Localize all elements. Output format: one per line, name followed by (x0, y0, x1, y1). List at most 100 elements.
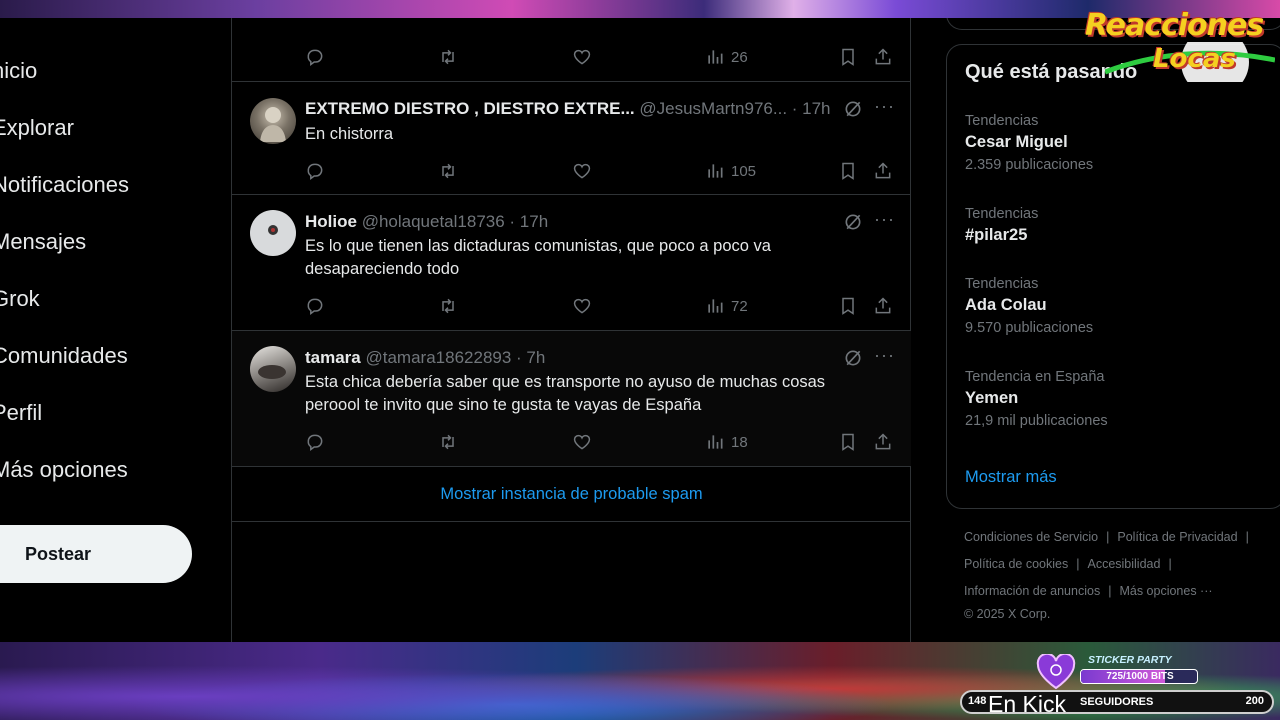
footer-separator: | (1108, 584, 1112, 598)
nav-item-inicio[interactable]: nicio (0, 58, 37, 84)
trend-category: Tendencias (965, 206, 1039, 222)
grok-icon[interactable] (843, 99, 863, 119)
like-button[interactable] (572, 160, 592, 182)
repost-button[interactable] (438, 46, 458, 68)
reply-button[interactable] (305, 295, 325, 317)
footer-accessibility-link[interactable]: Accesibilidad (1087, 557, 1160, 571)
avatar[interactable] (250, 98, 296, 144)
views-icon (708, 299, 723, 313)
tweet-3[interactable]: tamara @tamara18622893 · 7h ··· Esta chi… (232, 331, 911, 467)
bookmark-icon (842, 162, 854, 180)
grok-icon[interactable] (843, 348, 863, 368)
footer-cookies-link[interactable]: Política de cookies (964, 557, 1068, 571)
reply-button[interactable] (305, 160, 325, 182)
repost-icon (442, 298, 454, 314)
footer-ads-link[interactable]: Información de anuncios (964, 584, 1100, 598)
kick-followers-label: SEGUIDORES (1080, 696, 1154, 708)
trend-category: Tendencias (965, 276, 1039, 292)
reply-button[interactable] (305, 431, 325, 453)
feed-column: 26 EXTREMO DIESTRO , DIESTRO EXTRE... @J… (231, 18, 911, 642)
avatar-eye-icon (268, 225, 278, 235)
like-button[interactable] (572, 295, 592, 317)
reply-button[interactable] (305, 46, 325, 68)
trend-category: Tendencia en España (965, 369, 1105, 385)
author-name[interactable]: Holioe (305, 212, 357, 231)
channel-logo: Reacciones Locas (1085, 4, 1280, 99)
nav-item-grok[interactable]: Grok (0, 286, 40, 312)
trend-item[interactable]: Tendencias Ada Colau 9.570 publicaciones (965, 276, 1265, 336)
share-button[interactable] (873, 295, 893, 317)
reply-icon (307, 49, 323, 66)
footer-terms-link[interactable]: Condiciones de Servicio (964, 530, 1098, 544)
trend-count: 2.359 publicaciones (965, 157, 1094, 173)
avatar[interactable] (250, 210, 296, 256)
share-button[interactable] (873, 46, 893, 68)
nav-item-notificaciones[interactable]: Notificaciones (0, 172, 129, 198)
repost-button[interactable] (438, 295, 458, 317)
author-name[interactable]: EXTREMO DIESTRO , DIESTRO EXTRE... (305, 99, 635, 118)
grok-icon[interactable] (843, 212, 863, 232)
footer-separator: | (1106, 530, 1110, 544)
reply-icon (307, 434, 323, 451)
views-button[interactable]: 105 (705, 160, 756, 182)
author-name[interactable]: tamara (305, 348, 361, 367)
author-handle-time[interactable]: @tamara18622893 · 7h (366, 348, 546, 367)
like-button[interactable] (572, 46, 592, 68)
bookmark-button[interactable] (838, 160, 858, 182)
trend-item[interactable]: Tendencias Cesar Miguel 2.359 publicacio… (965, 113, 1265, 173)
footer-more-link[interactable]: Más opciones ··· (1119, 584, 1212, 598)
trend-item[interactable]: Tendencias #pilar25 (965, 206, 1265, 245)
more-options-icon[interactable]: ··· (874, 96, 895, 117)
avatar[interactable] (250, 346, 296, 392)
logo-text-line2: Locas (1153, 44, 1236, 74)
trend-item[interactable]: Tendencia en España Yemen 21,9 mil publi… (965, 369, 1265, 429)
post-button[interactable]: Postear (0, 525, 192, 583)
bookmark-button[interactable] (838, 295, 858, 317)
tweet-1[interactable]: EXTREMO DIESTRO , DIESTRO EXTRE... @Jesu… (232, 82, 911, 195)
share-icon (875, 162, 891, 179)
repost-button[interactable] (438, 160, 458, 182)
trend-name: #pilar25 (965, 226, 1028, 244)
nav-item-explorar[interactable]: Explorar (0, 115, 74, 141)
kick-goal-count: 200 (1245, 695, 1264, 707)
bookmark-button[interactable] (838, 46, 858, 68)
heart-icon (1036, 654, 1076, 690)
bookmark-icon (842, 433, 854, 451)
author-handle-time[interactable]: @holaquetal18736 · 17h (362, 212, 548, 231)
show-more-link[interactable]: Mostrar más (965, 468, 1057, 487)
like-button[interactable] (572, 431, 592, 453)
nav-item-mas-opciones[interactable]: Más opciones (0, 457, 128, 483)
repost-button[interactable] (438, 431, 458, 453)
kick-label: En Kick (988, 691, 1066, 717)
views-button[interactable]: 18 (705, 431, 748, 453)
trend-count: 21,9 mil publicaciones (965, 413, 1108, 429)
right-sidebar: Qué está pasando Tendencias Cesar Miguel… (946, 8, 1280, 642)
share-button[interactable] (873, 431, 893, 453)
show-spam-link[interactable]: Mostrar instancia de probable spam (232, 467, 911, 522)
views-count: 18 (731, 433, 748, 451)
views-button[interactable]: 26 (705, 46, 748, 68)
tweet-2[interactable]: Holioe @holaquetal18736 · 17h ··· Es lo … (232, 195, 911, 331)
share-button[interactable] (873, 160, 893, 182)
kick-current-count: 148 (968, 695, 987, 707)
nav-item-perfil[interactable]: Perfil (0, 400, 42, 426)
more-options-icon[interactable]: ··· (874, 345, 895, 366)
footer-privacy-link[interactable]: Política de Privacidad (1117, 530, 1237, 544)
repost-icon (442, 434, 454, 450)
reply-icon (307, 163, 323, 180)
trend-name: Yemen (965, 389, 1019, 407)
heart-icon (573, 49, 591, 65)
repost-icon (442, 49, 454, 65)
more-options-icon[interactable]: ··· (874, 209, 895, 230)
sticker-progress-text: 725/1000 BITS (1106, 671, 1174, 682)
views-button[interactable]: 72 (705, 295, 748, 317)
sticker-title: STICKER PARTY (1088, 654, 1172, 666)
bookmark-button[interactable] (838, 431, 858, 453)
author-handle-time[interactable]: @JesusMartn976... · 17h (639, 99, 830, 118)
trend-name: Ada Colau (965, 296, 1047, 314)
share-icon (875, 433, 891, 450)
tweet-text: En chistorra (305, 125, 394, 143)
nav-item-mensajes[interactable]: Mensajes (0, 229, 86, 255)
nav-item-comunidades[interactable]: Comunidades (0, 343, 128, 369)
trend-category: Tendencias (965, 113, 1039, 129)
